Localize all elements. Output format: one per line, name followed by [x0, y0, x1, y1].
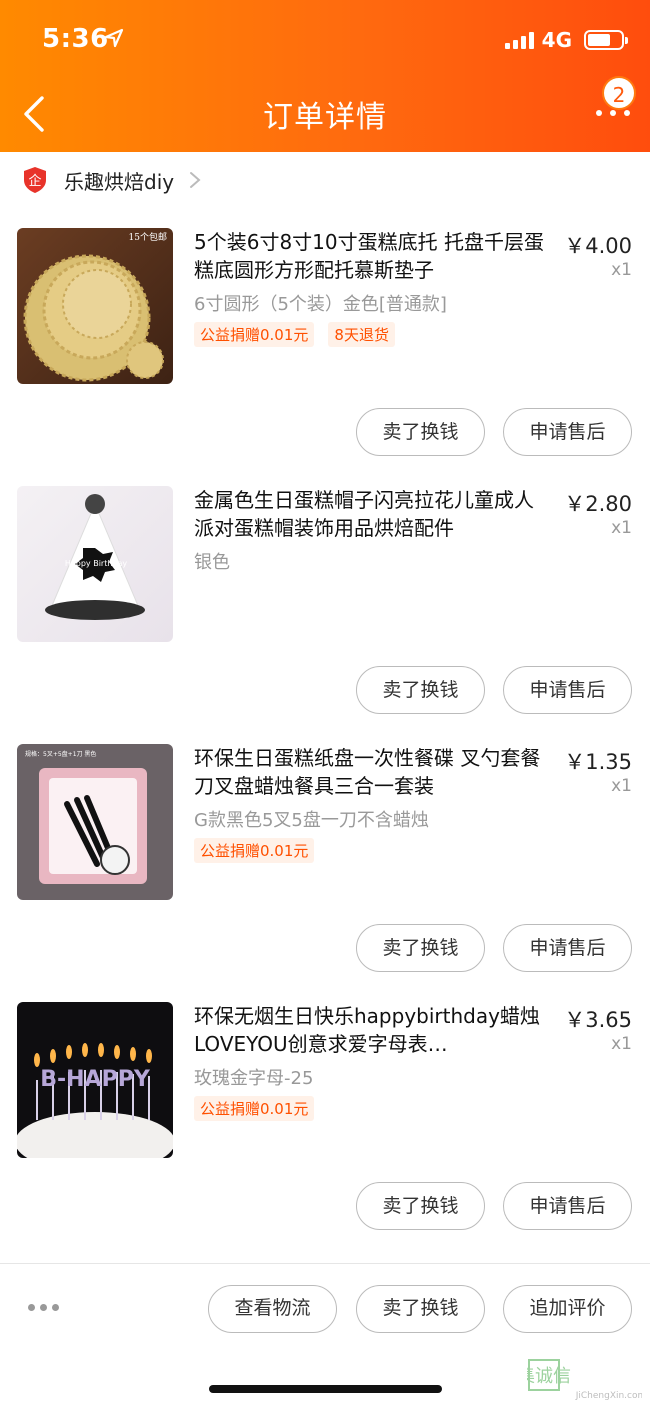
product-quantity: x1 [611, 260, 632, 280]
thumb-label: B-HAPPY [40, 1067, 151, 1092]
product-spec: 6寸圆形（5个装）金色[普通款] [194, 294, 447, 315]
app-header: 5:36 4G 订单详情 2 [0, 0, 650, 152]
tag-list: 公益捐赠0.01元 [194, 1096, 315, 1121]
enterprise-shield-icon: 企 [24, 167, 46, 193]
donation-tag: 公益捐赠0.01元 [194, 838, 315, 863]
page-title: 订单详情 [263, 100, 387, 135]
thumb-label: Happy Birthday [65, 559, 128, 568]
product-spec: 玫瑰金字母-25 [194, 1068, 314, 1089]
product-price: ￥4.00 [564, 234, 632, 258]
location-arrow-icon [104, 28, 124, 48]
product-price: ￥1.35 [564, 750, 632, 774]
svg-text:JiChengXin.com: JiChengXin.com [575, 1391, 642, 1401]
product-quantity: x1 [611, 776, 632, 796]
message-count-badge[interactable]: 2 [602, 76, 636, 110]
tag-list: 公益捐赠0.01元 [194, 838, 315, 863]
product-quantity: x1 [611, 518, 632, 538]
home-indicator[interactable] [209, 1385, 442, 1393]
return-policy-tag: 8天退货 [328, 322, 395, 347]
product-title[interactable]: 金属色生日蛋糕帽子闪亮拉花儿童成人派对蛋糕帽装饰用品烘焙配件 [194, 486, 546, 542]
order-item: 规格：5叉+5盘+1刀 黑色 环保生日蛋糕纸盘一次性餐碟 叉勺套餐 刀叉盘蜡烛餐… [0, 744, 650, 1002]
order-item: B-HAPPY 环保无烟生日快乐happybirthday蜡烛LOVEYOU创意… [0, 1002, 650, 1260]
after-sale-button[interactable]: 申请售后 [503, 408, 632, 456]
add-review-button[interactable]: 追加评价 [503, 1285, 632, 1333]
thumb-label: 规格：5叉+5盘+1刀 黑色 [25, 750, 96, 758]
product-spec: G款黑色5叉5盘一刀不含蜡烛 [194, 810, 429, 831]
product-title[interactable]: 5个装6寸8寸10寸蛋糕底托 托盘千层蛋糕底圆形方形配托慕斯垫子 [194, 228, 546, 284]
more-dots-icon[interactable] [28, 1304, 59, 1311]
svg-text:企: 企 [28, 173, 41, 189]
order-item: Happy Birthday 金属色生日蛋糕帽子闪亮拉花儿童成人派对蛋糕帽装饰用… [0, 486, 650, 744]
product-price: ￥2.80 [564, 492, 632, 516]
site-watermark-logo: 集诚信 JiChengXin.com [527, 1359, 642, 1401]
product-image[interactable]: 15个包邮 [17, 228, 173, 384]
product-title[interactable]: 环保无烟生日快乐happybirthday蜡烛LOVEYOU创意求爱字母表… [194, 1002, 546, 1058]
product-quantity: x1 [611, 1034, 632, 1054]
after-sale-button[interactable]: 申请售后 [503, 1182, 632, 1230]
thumb-label: 15个包邮 [129, 231, 167, 243]
network-type: 4G [541, 28, 572, 52]
status-time: 5:36 [42, 24, 109, 54]
tag-list: 公益捐赠0.01元 8天退货 [194, 322, 395, 347]
after-sale-button[interactable]: 申请售后 [503, 924, 632, 972]
sell-for-cash-button[interactable]: 卖了换钱 [356, 1182, 485, 1230]
chevron-right-icon [190, 172, 201, 188]
svg-text:集诚信: 集诚信 [527, 1366, 571, 1387]
donation-tag: 公益捐赠0.01元 [194, 322, 315, 347]
sell-for-cash-button[interactable]: 卖了换钱 [356, 924, 485, 972]
product-title[interactable]: 环保生日蛋糕纸盘一次性餐碟 叉勺套餐 刀叉盘蜡烛餐具三合一套装 [194, 744, 546, 800]
product-image[interactable]: B-HAPPY [17, 1002, 173, 1158]
shop-row[interactable]: 企 乐趣烘焙diy [0, 152, 650, 208]
shop-name[interactable]: 乐趣烘焙diy [64, 166, 174, 195]
signal-icon [504, 31, 534, 49]
sell-for-cash-button[interactable]: 卖了换钱 [356, 408, 485, 456]
view-logistics-button[interactable]: 查看物流 [208, 1285, 337, 1333]
bottom-action-bar: 查看物流 卖了换钱 追加评价 集诚信 JiChengXin.com [0, 1263, 650, 1407]
product-image[interactable]: 规格：5叉+5盘+1刀 黑色 [17, 744, 173, 900]
status-indicators: 4G [504, 28, 628, 52]
sell-for-cash-button[interactable]: 卖了换钱 [356, 1285, 485, 1333]
battery-icon [584, 30, 628, 50]
product-price: ￥3.65 [564, 1008, 632, 1032]
after-sale-button[interactable]: 申请售后 [503, 666, 632, 714]
order-item: 15个包邮 5个装6寸8寸10寸蛋糕底托 托盘千层蛋糕底圆形方形配托慕斯垫子 ￥… [0, 228, 650, 486]
product-spec: 银色 [194, 552, 230, 573]
product-image[interactable]: Happy Birthday [17, 486, 173, 642]
donation-tag: 公益捐赠0.01元 [194, 1096, 315, 1121]
sell-for-cash-button[interactable]: 卖了换钱 [356, 666, 485, 714]
